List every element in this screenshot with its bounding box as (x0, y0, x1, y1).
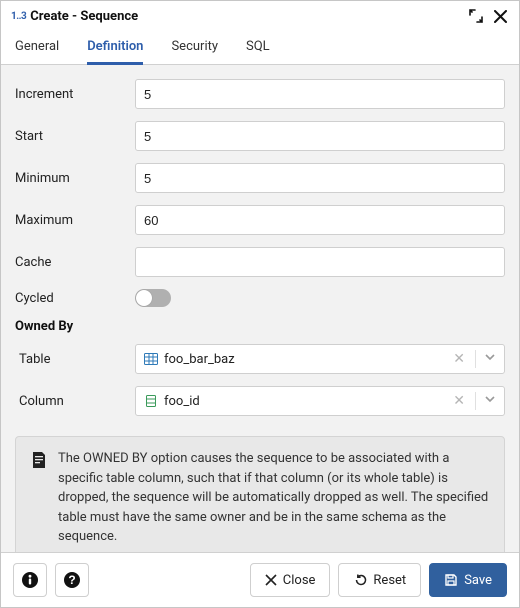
save-icon (444, 573, 458, 587)
increment-input[interactable] (135, 79, 505, 109)
label-increment: Increment (15, 87, 135, 102)
chevron-down-icon[interactable] (482, 351, 498, 367)
clear-icon[interactable]: ✕ (449, 393, 469, 409)
cycled-toggle[interactable] (135, 289, 171, 307)
clear-icon[interactable]: ✕ (449, 351, 469, 367)
label-minimum: Minimum (15, 171, 135, 186)
expand-icon[interactable] (467, 7, 485, 25)
dialog-title: Create - Sequence (30, 9, 138, 24)
save-button[interactable]: Save (429, 563, 507, 597)
tab-sql[interactable]: SQL (246, 29, 270, 64)
label-start: Start (15, 129, 135, 144)
info-box: The OWNED BY option causes the sequence … (15, 436, 505, 552)
info-text: The OWNED BY option causes the sequence … (58, 449, 490, 547)
tab-bar: General Definition Security SQL (1, 29, 519, 65)
maximum-input[interactable] (135, 205, 505, 235)
tab-security[interactable]: Security (171, 29, 218, 64)
note-icon (30, 451, 48, 469)
label-table: Table (15, 352, 135, 367)
reset-icon (353, 573, 367, 587)
close-button-label: Close (283, 573, 316, 588)
svg-text:?: ? (68, 573, 75, 587)
close-button[interactable]: Close (250, 563, 331, 597)
sequence-icon: 1..3 (11, 11, 26, 22)
label-maximum: Maximum (15, 213, 135, 228)
table-select-value: foo_bar_baz (164, 352, 443, 367)
table-icon (144, 352, 158, 366)
label-cache: Cache (15, 255, 135, 270)
dialog: 1..3 Create - Sequence General Definitio… (0, 0, 520, 608)
chevron-down-icon[interactable] (482, 393, 498, 409)
column-select[interactable]: foo_id ✕ (135, 386, 505, 416)
start-input[interactable] (135, 121, 505, 151)
cache-input[interactable] (135, 247, 505, 277)
footer: ? Close Reset Save (1, 552, 519, 607)
help-button[interactable]: ? (55, 563, 89, 597)
column-icon (144, 394, 158, 408)
save-button-label: Save (464, 573, 492, 588)
column-select-value: foo_id (164, 394, 443, 409)
tab-general[interactable]: General (15, 29, 59, 64)
owned-by-heading: Owned By (15, 319, 505, 334)
form-body: Increment Start Minimum Maximum Cache (1, 65, 519, 552)
close-icon[interactable] (491, 7, 509, 25)
label-cycled: Cycled (15, 291, 135, 306)
tab-definition[interactable]: Definition (87, 29, 143, 65)
table-select[interactable]: foo_bar_baz ✕ (135, 344, 505, 374)
titlebar: 1..3 Create - Sequence (1, 1, 519, 29)
label-column: Column (15, 394, 135, 409)
close-icon (265, 574, 277, 586)
reset-button-label: Reset (373, 573, 406, 588)
info-button[interactable] (13, 563, 47, 597)
reset-button[interactable]: Reset (338, 563, 421, 597)
minimum-input[interactable] (135, 163, 505, 193)
